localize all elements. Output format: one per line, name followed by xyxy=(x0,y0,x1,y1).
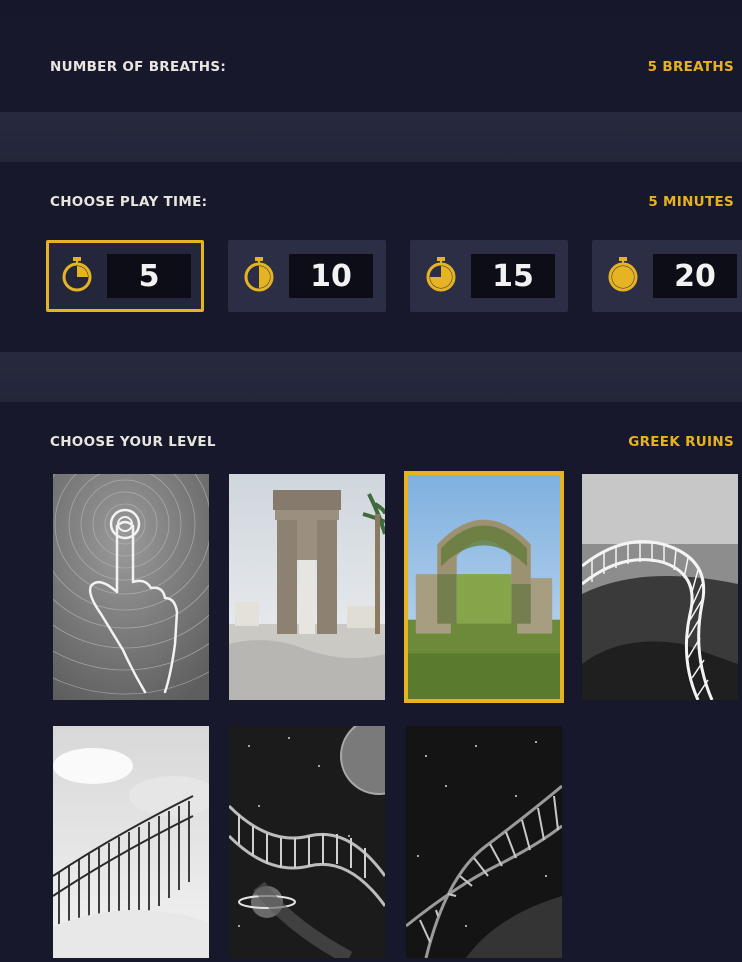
stopwatch-icon xyxy=(421,254,461,298)
breaths-section: NUMBER OF BREATHS: 5 BREATHS xyxy=(0,14,742,110)
timer-value: 10 xyxy=(289,254,373,298)
level-tile-tutorial[interactable] xyxy=(53,474,209,700)
timer-value: 20 xyxy=(653,254,737,298)
stopwatch-icon xyxy=(239,254,279,298)
stopwatch-icon xyxy=(57,254,97,298)
level-thumbnail xyxy=(582,474,738,700)
level-tile-greek-ruins[interactable] xyxy=(404,471,564,703)
timer-option-5[interactable]: 5 xyxy=(46,240,204,312)
level-tile-sky-stairs[interactable] xyxy=(53,726,209,958)
play-time-label: CHOOSE PLAY TIME: xyxy=(50,194,208,210)
level-thumbnail xyxy=(229,474,385,700)
timer-option-15[interactable]: 15 xyxy=(410,240,568,312)
level-thumbnail xyxy=(406,726,562,958)
level-thumbnail xyxy=(53,474,209,700)
breaths-label: NUMBER OF BREATHS: xyxy=(50,59,227,75)
breaths-value: 5 BREATHS xyxy=(647,59,734,75)
section-divider xyxy=(0,352,742,402)
level-tile-dna-helix[interactable] xyxy=(406,726,562,958)
level-tile-spiral-stairs[interactable] xyxy=(582,474,738,700)
section-divider xyxy=(0,112,742,162)
level-value: GREEK RUINS xyxy=(628,434,734,450)
level-thumbnail xyxy=(408,475,560,699)
play-time-value: 5 MINUTES xyxy=(648,194,734,210)
timer-value: 15 xyxy=(471,254,555,298)
play-time-options: 5 10 15 20 xyxy=(46,240,742,312)
level-thumbnail xyxy=(229,726,385,958)
timer-value: 5 xyxy=(107,254,191,298)
level-tile-space-dna[interactable] xyxy=(229,726,385,958)
timer-option-20[interactable]: 20 xyxy=(592,240,742,312)
level-tile-egyptian-gate[interactable] xyxy=(229,474,385,700)
timer-option-10[interactable]: 10 xyxy=(228,240,386,312)
level-label: CHOOSE YOUR LEVEL xyxy=(50,434,216,450)
level-thumbnail xyxy=(53,726,209,958)
stopwatch-icon xyxy=(603,254,643,298)
